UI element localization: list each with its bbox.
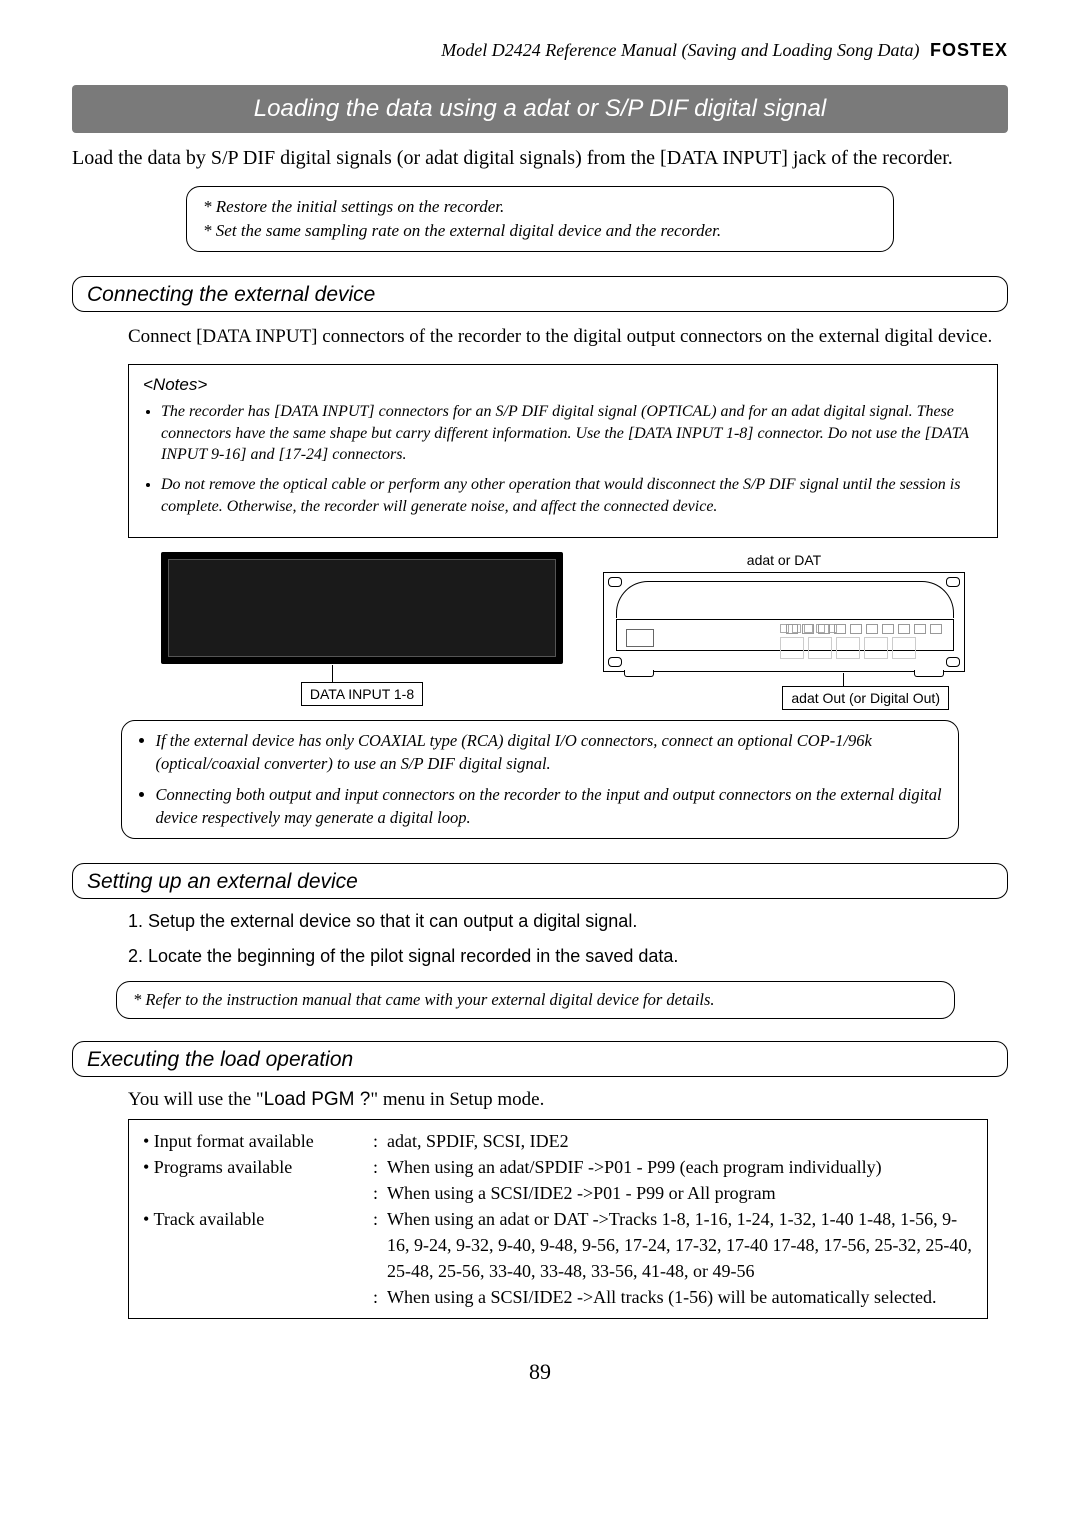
setup-step-2: Locate the beginning of the pilot signal… <box>148 946 998 967</box>
connection-diagram: DATA INPUT 1-8 adat or DAT <box>128 552 998 710</box>
spec-row-input-format: • Input format available : adat, SPDIF, … <box>143 1128 973 1154</box>
setup-step-1: Setup the external device so that it can… <box>148 911 998 932</box>
notes-box: <Notes> The recorder has [DATA INPUT] co… <box>128 364 998 538</box>
callout-adat-out: adat Out (or Digital Out) <box>782 686 949 710</box>
header-text: Model D2424 Reference Manual (Saving and… <box>441 40 919 60</box>
spec-label-input: • Input format available <box>143 1128 373 1154</box>
note-item-1: The recorder has [DATA INPUT] connectors… <box>161 401 983 466</box>
spec-row-track: • Track available : When using an adat o… <box>143 1206 973 1284</box>
load-intro: You will use the "Load PGM ?" menu in Se… <box>128 1089 1008 1111</box>
post-diagram-notes-box: If the external device has only COAXIAL … <box>121 720 960 838</box>
section-connecting-heading: Connecting the external device <box>72 276 1008 312</box>
spec-val-track-1: When using an adat or DAT ->Tracks 1-8, … <box>387 1206 973 1284</box>
spec-row-programs: • Programs available : When using an ada… <box>143 1154 973 1180</box>
recorder-illustration <box>161 552 563 664</box>
title-bar: Loading the data using a adat or S/P DIF… <box>72 85 1008 133</box>
load-intro-menu: Load PGM ? <box>264 1089 371 1110</box>
spec-row-programs-2: : When using a SCSI/IDE2 ->P01 - P99 or … <box>143 1180 973 1206</box>
load-intro-post: " menu in Setup mode. <box>370 1089 544 1110</box>
setup-steps-list: Setup the external device so that it can… <box>128 911 998 967</box>
section-setting-up-heading: Setting up an external device <box>72 863 1008 899</box>
spec-table: • Input format available : adat, SPDIF, … <box>128 1119 988 1320</box>
spec-val-programs-2: When using a SCSI/IDE2 ->P01 - P99 or Al… <box>387 1180 973 1206</box>
post-note-2: Connecting both output and input connect… <box>156 783 943 829</box>
note-item-2: Do not remove the optical cable or perfo… <box>161 474 983 517</box>
page-number: 89 <box>72 1359 1008 1385</box>
dat-illustration <box>603 572 965 672</box>
spec-row-track-2: : When using a SCSI/IDE2 ->All tracks (1… <box>143 1284 973 1310</box>
dat-label: adat or DAT <box>747 552 821 568</box>
reference-box: * Refer to the instruction manual that c… <box>116 981 955 1019</box>
restore-line-1: * Restore the initial settings on the re… <box>203 195 877 219</box>
spec-label-track: • Track available <box>143 1206 373 1232</box>
restore-line-2: * Set the same sampling rate on the exte… <box>203 219 877 243</box>
post-note-1: If the external device has only COAXIAL … <box>156 729 943 775</box>
callout-data-input: DATA INPUT 1-8 <box>301 682 423 706</box>
load-intro-pre: You will use the " <box>128 1089 264 1110</box>
brand-logo: FOSTEX <box>924 40 1008 60</box>
section-executing-heading: Executing the load operation <box>72 1041 1008 1077</box>
restore-settings-box: * Restore the initial settings on the re… <box>186 186 894 252</box>
spec-val-programs-1: When using an adat/SPDIF ->P01 - P99 (ea… <box>387 1154 973 1180</box>
spec-label-programs: • Programs available <box>143 1154 373 1180</box>
spec-val-input: adat, SPDIF, SCSI, IDE2 <box>387 1128 973 1154</box>
connecting-body: Connect [DATA INPUT] connectors of the r… <box>128 324 998 351</box>
spec-val-track-2: When using a SCSI/IDE2 ->All tracks (1-5… <box>387 1284 973 1310</box>
intro-paragraph: Load the data by S/P DIF digital signals… <box>72 145 1008 172</box>
notes-title: <Notes> <box>143 375 983 395</box>
page-header: Model D2424 Reference Manual (Saving and… <box>72 40 1008 61</box>
